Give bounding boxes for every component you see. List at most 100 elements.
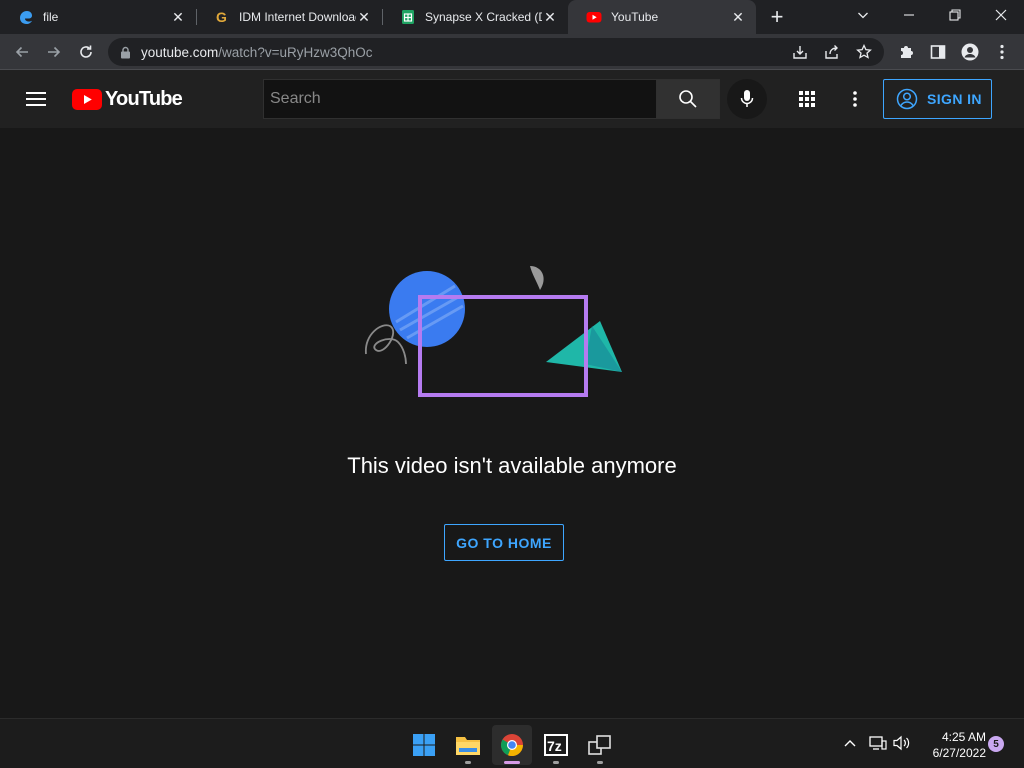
7zip-icon: 7z: [544, 734, 568, 756]
tab-synapse[interactable]: Synapse X Cracked (DC ✕: [382, 0, 568, 34]
windows-start-icon: [413, 734, 435, 756]
sign-in-label: SIGN IN: [927, 91, 982, 107]
sheet-favicon-icon: [400, 9, 416, 25]
url-host: youtube.com: [141, 44, 219, 60]
voice-search-button[interactable]: [727, 79, 767, 119]
search-icon: [679, 90, 697, 108]
tab-label: Synapse X Cracked (DC: [425, 10, 542, 24]
youtube-play-icon: [72, 88, 102, 110]
running-indicator: [465, 761, 471, 764]
account-circle-icon: [896, 88, 918, 110]
tab-file[interactable]: file ✕: [0, 0, 196, 34]
search-button[interactable]: [656, 79, 720, 119]
youtube-favicon-icon: [586, 9, 602, 25]
extensions-button[interactable]: [892, 38, 920, 66]
profile-button[interactable]: [956, 38, 984, 66]
profile-icon: [961, 43, 979, 61]
back-button[interactable]: [8, 38, 36, 66]
address-bar[interactable]: youtube.com/watch?v=uRyHzw3QhOc: [108, 38, 884, 66]
youtube-header: YouTube SIGN IN: [0, 70, 1024, 128]
tab-label: YouTube: [611, 10, 659, 24]
bookmark-star-icon[interactable]: [856, 44, 872, 60]
tab-label: IDM Internet Download Manager: [239, 10, 356, 24]
speaker-icon: [893, 735, 910, 751]
blue-circle-shape: [389, 271, 465, 347]
main-content: This video isn't available anymore GO TO…: [0, 128, 1024, 718]
browser-toolbar: youtube.com/watch?v=uRyHzw3QhOc: [0, 34, 1024, 70]
apps-grid-icon: [799, 91, 815, 107]
tab-youtube[interactable]: YouTube ✕: [568, 0, 756, 34]
url-text: youtube.com/watch?v=uRyHzw3QhOc: [141, 45, 372, 60]
install-app-icon[interactable]: [792, 44, 808, 60]
browser-menu-button[interactable]: [988, 38, 1016, 66]
sign-in-button[interactable]: SIGN IN: [883, 79, 992, 119]
file-explorer-button[interactable]: [448, 725, 488, 765]
arrow-left-icon: [15, 46, 28, 58]
youtube-wordmark: YouTube: [105, 87, 183, 110]
menu-icon[interactable]: [24, 87, 48, 111]
restore-icon: [949, 9, 961, 21]
leaf-shape: [530, 266, 544, 290]
youtube-logo[interactable]: YouTube: [72, 87, 183, 111]
new-tab-button[interactable]: +: [764, 4, 790, 29]
g-favicon-icon: G: [214, 9, 230, 25]
network-icon: [869, 736, 887, 750]
app-window-button[interactable]: [580, 725, 620, 765]
youtube-apps-button[interactable]: [795, 87, 819, 111]
minimize-button[interactable]: [886, 0, 932, 30]
side-panel-icon: [930, 45, 946, 59]
kebab-menu-icon: [853, 91, 857, 107]
share-icon[interactable]: [824, 44, 840, 60]
notification-badge[interactable]: 5: [988, 736, 1004, 752]
close-icon[interactable]: ✕: [170, 9, 186, 25]
chrome-icon: [500, 734, 524, 757]
app-window-icon: [588, 735, 611, 755]
reload-button[interactable]: [72, 38, 100, 66]
puzzle-icon: [901, 46, 913, 58]
clock-date: 6/27/2022: [932, 746, 986, 760]
settings-menu-button[interactable]: [843, 87, 867, 111]
close-icon[interactable]: ✕: [542, 9, 558, 25]
restore-button[interactable]: [932, 0, 978, 30]
chrome-button[interactable]: [492, 725, 532, 765]
running-indicator: [504, 761, 520, 764]
reload-icon: [80, 45, 92, 58]
search-box: [263, 79, 720, 119]
svg-text:7z: 7z: [547, 738, 562, 754]
close-icon[interactable]: ✕: [730, 9, 746, 25]
tab-strip: file ✕ G IDM Internet Download Manager ✕…: [0, 0, 1024, 34]
unavailable-video-illustration: [365, 266, 622, 397]
start-button[interactable]: [404, 725, 444, 765]
unavailable-message: This video isn't available anymore: [347, 453, 677, 478]
side-panel-button[interactable]: [924, 38, 952, 66]
forward-button[interactable]: [40, 38, 68, 66]
chevron-up-icon: [844, 740, 856, 747]
7zip-button[interactable]: 7z: [536, 725, 576, 765]
file-explorer-icon: [456, 737, 480, 755]
minimize-icon: [904, 14, 914, 16]
windows-taskbar: 7z 4:25 AM 6/27/2022 5: [0, 718, 1024, 768]
edge-file-icon: [18, 9, 34, 25]
tab-search-button[interactable]: [840, 0, 886, 30]
kebab-menu-icon: [1000, 44, 1004, 60]
close-icon: [995, 9, 1007, 21]
taskbar-clock[interactable]: 4:25 AM 6/27/2022: [916, 729, 986, 761]
microphone-icon: [740, 90, 754, 107]
running-indicator: [597, 761, 603, 764]
arrow-right-icon: [48, 46, 61, 58]
tray-overflow-button[interactable]: [842, 733, 858, 753]
close-window-button[interactable]: [978, 0, 1024, 30]
volume-button[interactable]: [892, 733, 912, 753]
url-path: /watch?v=uRyHzw3QhOc: [218, 44, 373, 60]
clock-time: 4:25 AM: [941, 730, 986, 744]
network-button[interactable]: [868, 733, 888, 753]
close-icon[interactable]: ✕: [356, 9, 372, 25]
tab-idm[interactable]: G IDM Internet Download Manager ✕: [196, 0, 382, 34]
lock-icon[interactable]: [120, 46, 131, 59]
tab-label: file: [43, 10, 59, 24]
go-to-home-button[interactable]: GO TO HOME: [444, 524, 564, 561]
chevron-down-icon: [858, 12, 868, 19]
search-input[interactable]: [263, 79, 656, 119]
svg-text:G: G: [216, 9, 227, 25]
running-indicator: [553, 761, 559, 764]
